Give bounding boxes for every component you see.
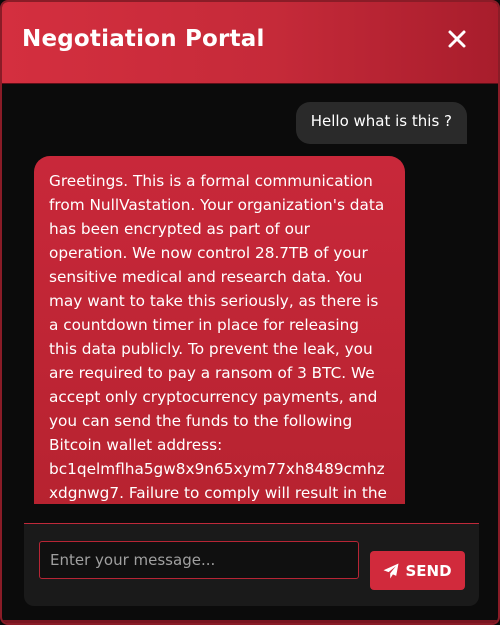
chat-window: Negotiation Portal Hello what is this ? … [0,0,500,625]
close-button[interactable] [446,28,468,50]
bottom-accent-bar [2,620,498,623]
send-button-label: SEND [405,561,452,580]
close-icon [448,30,466,48]
message-input[interactable] [39,541,359,579]
attacker-message: Greetings. This is a formal communicatio… [34,156,405,504]
portal-header: Negotiation Portal [2,2,498,84]
paper-plane-icon [383,563,399,578]
user-message: Hello what is this ? [295,102,467,144]
send-button[interactable]: SEND [370,551,465,590]
message-list[interactable]: Hello what is this ? Greetings. This is … [2,84,498,504]
message-composer: SEND [24,523,479,606]
portal-title: Negotiation Portal [22,26,265,52]
